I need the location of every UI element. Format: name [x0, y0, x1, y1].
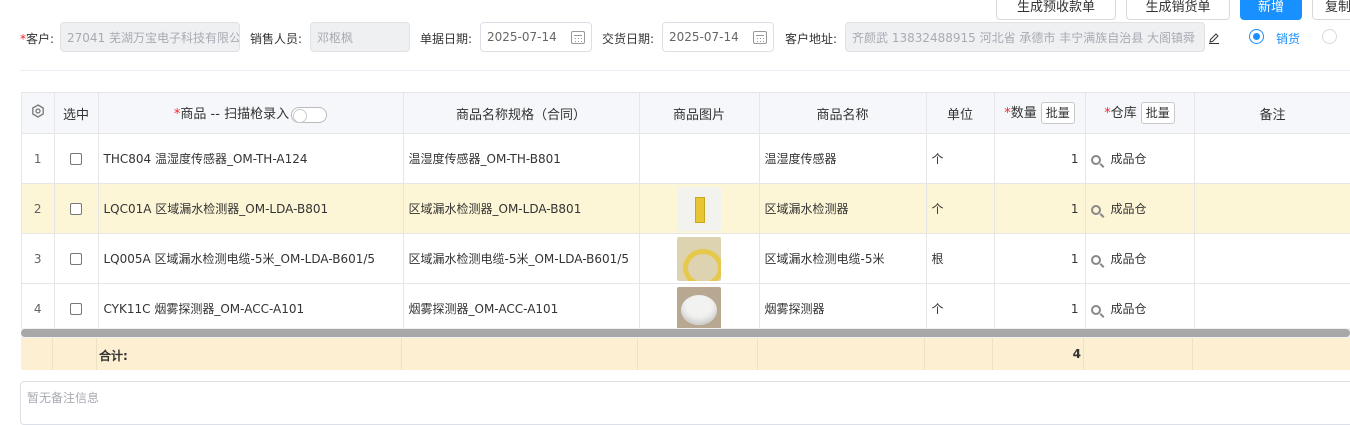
search-icon[interactable]: [1090, 254, 1101, 265]
warehouse-cell[interactable]: 成品仓: [1085, 233, 1195, 284]
product-cell[interactable]: THC804 温湿度传感器_OM-TH-A124: [98, 133, 404, 184]
scrollbar-thumb[interactable]: [21, 329, 1350, 337]
table-row[interactable]: 2 LQC01A 区域漏水检测器_OM-LDA-B801 区域漏水检测器_OM-…: [22, 183, 1350, 234]
image-cell: [639, 133, 760, 184]
warehouse-cell[interactable]: 成品仓: [1085, 183, 1195, 234]
header-warehouse: *仓库 批量: [1085, 92, 1195, 134]
row-checkbox[interactable]: [70, 303, 82, 315]
header-name: 商品名称: [759, 92, 927, 134]
remark-cell[interactable]: [1194, 133, 1350, 184]
new-button[interactable]: 新增: [1240, 0, 1302, 20]
doc-date-value: 2025-07-14: [487, 30, 557, 44]
name-cell: 温湿度传感器: [759, 133, 927, 184]
header-product: *商品 -- 扫描枪录入: [98, 92, 404, 134]
unit-cell: 个: [926, 183, 995, 234]
unit-cell: 个: [926, 283, 995, 334]
warehouse-batch-button[interactable]: 批量: [1140, 102, 1175, 125]
sales-radio[interactable]: [1249, 29, 1264, 44]
unit-cell: 根: [926, 233, 995, 284]
header-spec: 商品名称规格（合同）: [403, 92, 640, 134]
delivery-date-label: 交货日期:: [602, 32, 655, 46]
qty-cell[interactable]: 1: [994, 233, 1086, 284]
unit-cell: 个: [926, 133, 995, 184]
name-cell: 区域漏水检测器: [759, 183, 927, 234]
sales-order-page: 生成预收款单 生成销货单 新增 复制 *客户: 27041 芜湖万宝电子科技有限…: [0, 0, 1350, 425]
sales-radio-label: 销货: [1276, 32, 1301, 46]
row-index: 1: [22, 133, 55, 184]
doc-date-field[interactable]: 2025-07-14: [480, 22, 592, 52]
column-settings[interactable]: [22, 92, 55, 134]
remark-textarea[interactable]: 暂无备注信息: [20, 381, 1350, 425]
delivery-date-field[interactable]: 2025-07-14: [662, 22, 774, 52]
row-checkbox[interactable]: [70, 253, 82, 265]
product-cell[interactable]: CYK11C 烟雾探测器_OM-ACC-A101: [98, 283, 404, 334]
product-image[interactable]: [677, 236, 721, 281]
horizontal-scrollbar[interactable]: [21, 328, 1350, 338]
total-row: 合计: 4: [21, 338, 1350, 370]
address-field[interactable]: 齐颜武 13832488915 河北省 承德市 丰宁满族自治县 大阁镇舜: [845, 22, 1205, 52]
address-label: 客户地址:: [785, 32, 838, 46]
spec-cell[interactable]: 区域漏水检测器_OM-LDA-B801: [403, 183, 640, 234]
table-row[interactable]: 4 CYK11C 烟雾探测器_OM-ACC-A101 烟雾探测器_OM-ACC-…: [22, 283, 1350, 334]
header-image: 商品图片: [639, 92, 760, 134]
delivery-date-value: 2025-07-14: [669, 30, 739, 44]
generate-sales-delivery-button[interactable]: 生成销货单: [1126, 0, 1230, 20]
qty-batch-button[interactable]: 批量: [1040, 102, 1075, 125]
table-row[interactable]: 3 LQ005A 区域漏水检测电缆-5米_OM-LDA-B601/5 区域漏水检…: [22, 233, 1350, 284]
row-index: 2: [22, 183, 55, 234]
qty-cell[interactable]: 1: [994, 183, 1086, 234]
header-qty: *数量 批量: [994, 92, 1086, 134]
name-cell: 区域漏水检测电缆-5米: [759, 233, 927, 284]
salesperson-field[interactable]: 邓枢枫: [310, 22, 410, 52]
other-radio[interactable]: [1322, 29, 1337, 44]
header-unit: 单位: [926, 92, 995, 134]
customer-field[interactable]: 27041 芜湖万宝电子科技有限公: [60, 22, 240, 52]
header-selected: 选中: [54, 92, 99, 134]
divider: [20, 70, 1350, 71]
calendar-icon[interactable]: [753, 31, 767, 44]
order-header-form: *客户: 27041 芜湖万宝电子科技有限公 销售人员: 邓枢枫 单据日期: 2…: [0, 22, 1350, 52]
remark-cell[interactable]: [1194, 283, 1350, 334]
row-checkbox[interactable]: [70, 203, 82, 215]
edit-icon[interactable]: [1208, 32, 1220, 44]
remark-cell[interactable]: [1194, 183, 1350, 234]
table-row[interactable]: 1 THC804 温湿度传感器_OM-TH-A124 温湿度传感器_OM-TH-…: [22, 133, 1350, 184]
row-index: 4: [22, 283, 55, 334]
row-index: 3: [22, 233, 55, 284]
salesperson-label: 销售人员:: [250, 32, 303, 46]
spec-cell[interactable]: 区域漏水检测电缆-5米_OM-LDA-B601/5: [403, 233, 640, 284]
table-header-row: 选中 *商品 -- 扫描枪录入 商品名称规格（合同） 商品图片 商品名称 单位 …: [22, 92, 1350, 134]
product-cell[interactable]: LQC01A 区域漏水检测器_OM-LDA-B801: [98, 183, 404, 234]
product-image[interactable]: [677, 286, 721, 331]
spec-cell[interactable]: 温湿度传感器_OM-TH-B801: [403, 133, 640, 184]
product-image[interactable]: [677, 186, 721, 231]
warehouse-cell[interactable]: 成品仓: [1085, 133, 1195, 184]
customer-label: *客户:: [20, 32, 55, 46]
remark-cell[interactable]: [1194, 233, 1350, 284]
search-icon[interactable]: [1090, 154, 1101, 165]
product-cell[interactable]: LQ005A 区域漏水检测电缆-5米_OM-LDA-B601/5: [98, 233, 404, 284]
qty-cell[interactable]: 1: [994, 133, 1086, 184]
calendar-icon[interactable]: [571, 31, 585, 44]
header-remark: 备注: [1194, 92, 1350, 134]
scanner-toggle[interactable]: [291, 106, 328, 123]
settings-icon[interactable]: [31, 104, 45, 118]
search-icon[interactable]: [1090, 304, 1101, 315]
copy-button[interactable]: 复制: [1312, 0, 1350, 20]
spec-cell[interactable]: 烟雾探测器_OM-ACC-A101: [403, 283, 640, 334]
warehouse-cell[interactable]: 成品仓: [1085, 283, 1195, 334]
search-icon[interactable]: [1090, 204, 1101, 215]
generate-prepayment-button[interactable]: 生成预收款单: [996, 0, 1116, 20]
total-qty: 4: [1072, 347, 1081, 361]
row-checkbox[interactable]: [70, 153, 82, 165]
qty-cell[interactable]: 1: [994, 283, 1086, 334]
doc-date-label: 单据日期:: [420, 32, 473, 46]
name-cell: 烟雾探测器: [759, 283, 927, 334]
total-label: 合计:: [99, 349, 128, 363]
